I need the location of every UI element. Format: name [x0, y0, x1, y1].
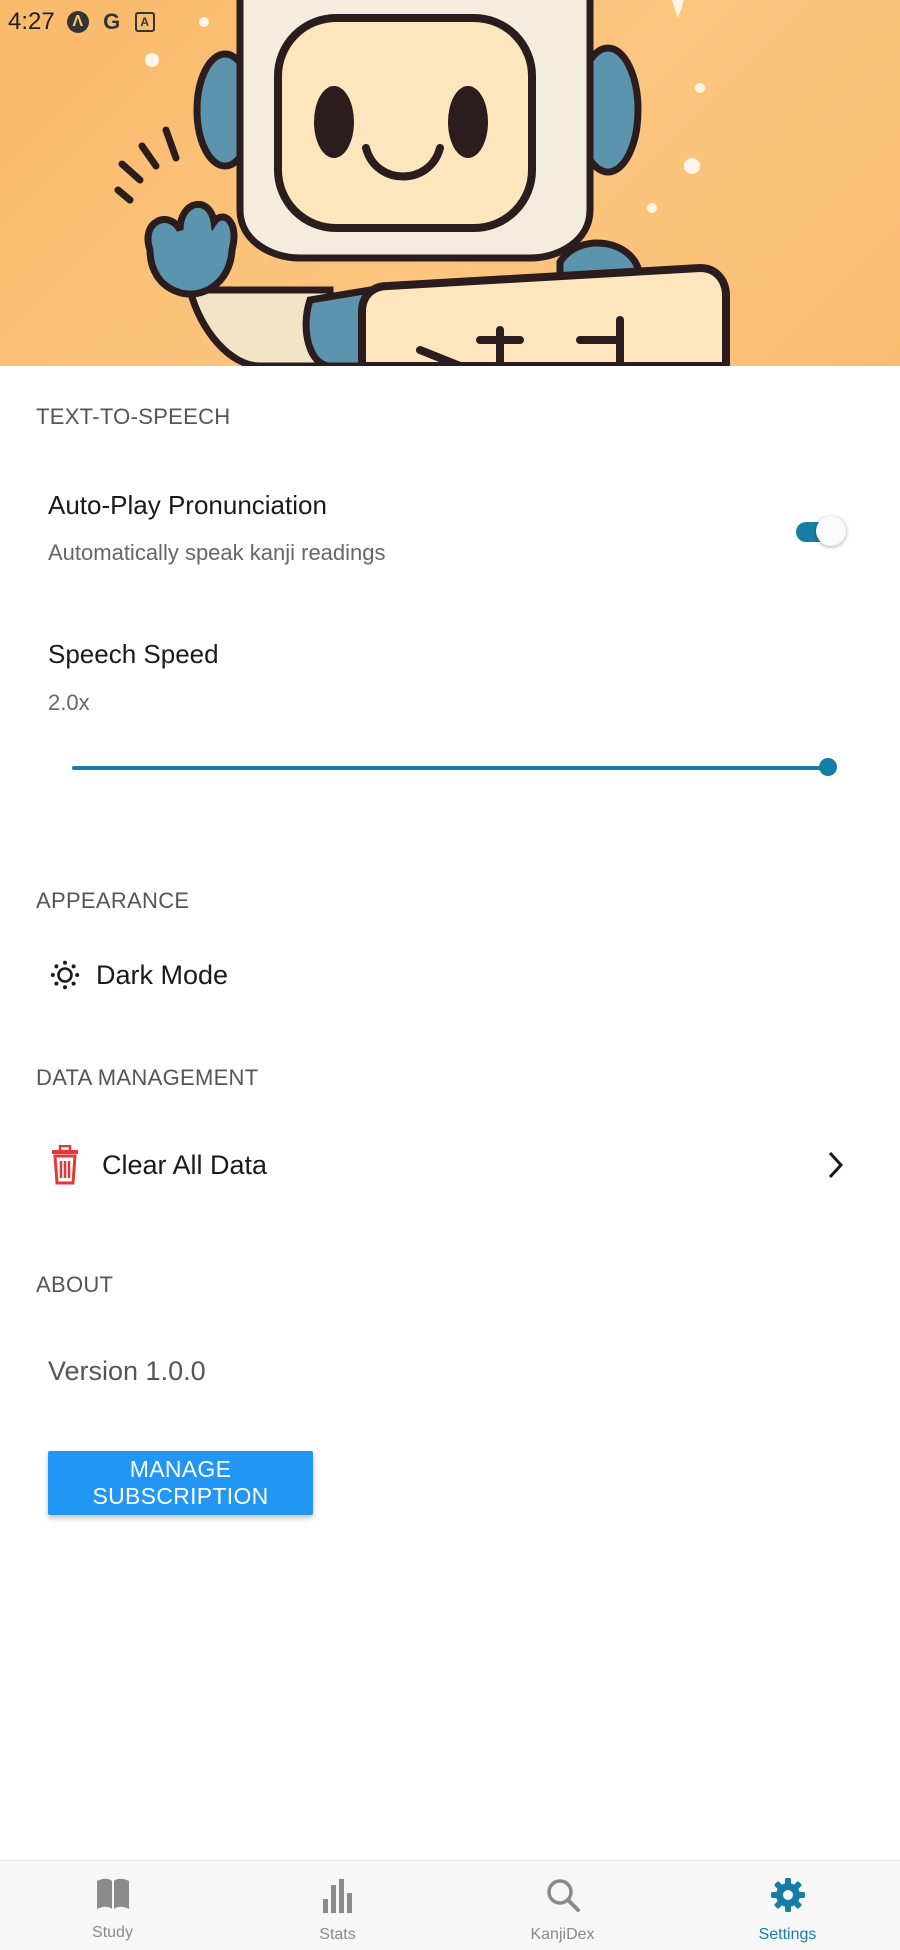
clear-data-label: Clear All Data	[102, 1149, 268, 1180]
status-bar: 4:27 Λ G A	[0, 0, 900, 44]
manage-subscription-button[interactable]: MANAGE SUBSCRIPTION	[48, 1451, 313, 1515]
nav-label-settings: Settings	[758, 1926, 817, 1943]
app-square-a-icon: A	[134, 12, 155, 32]
speech-speed-slider[interactable]	[72, 756, 837, 780]
autoplay-toggle[interactable]	[796, 514, 848, 546]
nav-item-stats[interactable]: Stats	[225, 1861, 450, 1950]
toggle-thumb	[816, 516, 846, 546]
speech-speed-value: 2.0x	[48, 690, 90, 715]
bottom-nav: Study Stats KanjiDex Settings	[0, 1860, 900, 1950]
section-header-about: ABOUT	[36, 1272, 114, 1297]
section-header-data: DATA MANAGEMENT	[36, 1065, 259, 1090]
robot-mascot-illustration	[114, 0, 730, 366]
chevron-right-icon	[826, 1150, 844, 1180]
dark-mode-row[interactable]: Dark Mode	[0, 952, 900, 998]
search-icon	[545, 1877, 581, 1918]
bar-chart-icon	[321, 1877, 355, 1918]
book-icon	[95, 1877, 131, 1916]
section-header-tts: TEXT-TO-SPEECH	[36, 404, 231, 429]
settings-screen: 4:27 Λ G A TEXT-TO-SPEECH Auto-Play Pron…	[0, 0, 900, 1950]
trash-icon	[50, 1145, 80, 1185]
nav-label-kanjidex: KanjiDex	[530, 1926, 595, 1943]
nav-item-study[interactable]: Study	[0, 1861, 225, 1950]
app-a-icon: Λ	[66, 11, 89, 33]
dark-mode-label: Dark Mode	[96, 959, 229, 990]
autoplay-subtitle: Automatically speak kanji readings	[48, 540, 386, 565]
speech-speed-title: Speech Speed	[48, 639, 219, 669]
google-icon: G	[103, 9, 121, 34]
nav-label-study: Study	[92, 1924, 133, 1941]
clear-data-row[interactable]: Clear All Data	[0, 1142, 900, 1188]
section-header-appearance: APPEARANCE	[36, 888, 190, 913]
brightness-icon	[50, 960, 80, 990]
nav-label-stats: Stats	[319, 1926, 356, 1943]
status-time: 4:27	[8, 8, 55, 35]
autoplay-title: Auto-Play Pronunciation	[48, 490, 327, 520]
version-text: Version 1.0.0	[48, 1356, 206, 1386]
slider-knob[interactable]	[819, 758, 837, 776]
gear-icon	[770, 1877, 806, 1918]
hero-illustration: 4:27 Λ G A	[0, 0, 900, 366]
slider-fill	[72, 766, 828, 770]
nav-item-settings[interactable]: Settings	[675, 1861, 900, 1950]
nav-item-kanjidex[interactable]: KanjiDex	[450, 1861, 675, 1950]
